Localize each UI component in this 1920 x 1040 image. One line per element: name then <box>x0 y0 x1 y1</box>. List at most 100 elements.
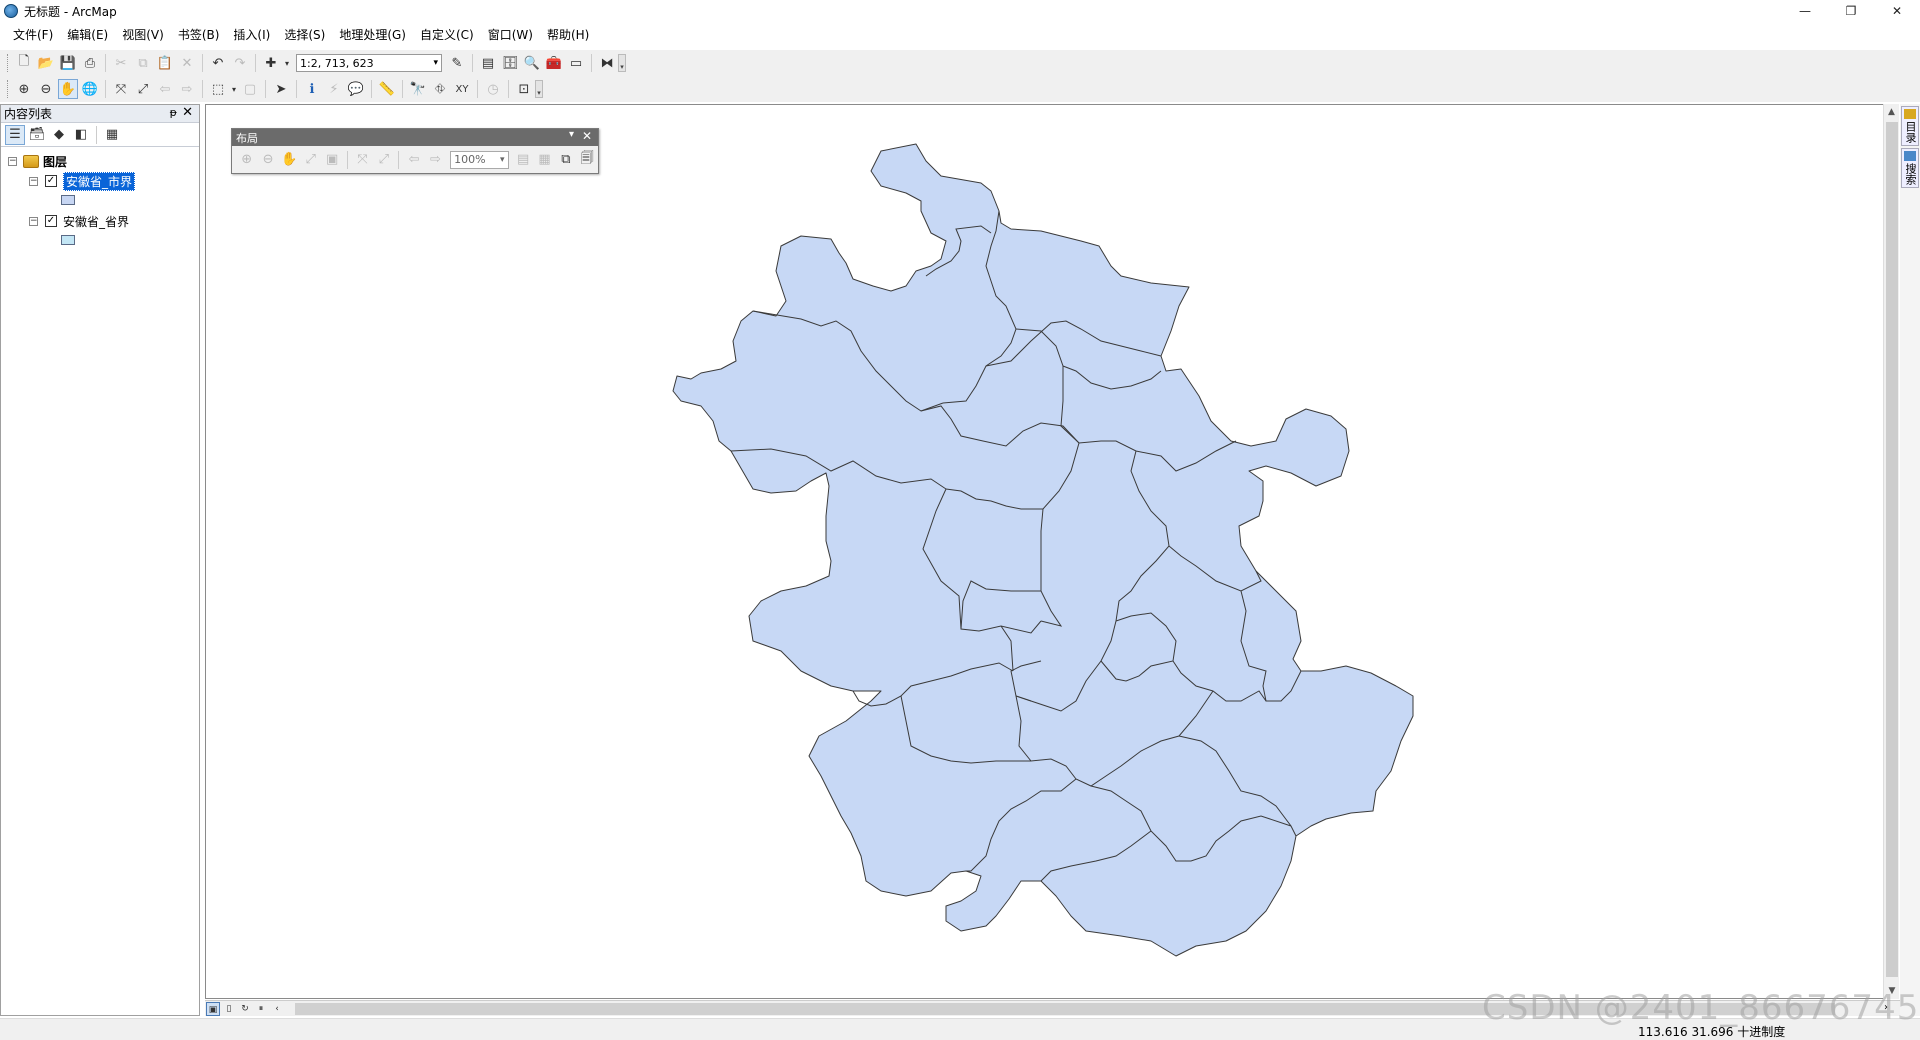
redo-icon[interactable]: ↷ <box>230 53 250 73</box>
list-by-source-icon[interactable]: 🗃 <box>27 125 47 145</box>
vertical-scroll-thumb[interactable] <box>1886 122 1898 977</box>
full-extent-globe-icon[interactable]: 🌐 <box>80 79 100 99</box>
minimize-button[interactable]: — <box>1782 0 1828 22</box>
measure-icon[interactable]: 📏 <box>377 79 397 99</box>
delete-icon[interactable]: ✕ <box>177 53 197 73</box>
menu-windows[interactable]: 窗口(W) <box>481 25 540 45</box>
save-icon[interactable]: 💾 <box>58 53 78 73</box>
close-icon[interactable]: ✕ <box>182 105 193 120</box>
collapse-icon[interactable]: − <box>8 156 17 166</box>
fixed-zoom-out-icon[interactable]: ⤢ <box>133 79 153 99</box>
menu-customize[interactable]: 自定义(C) <box>413 25 481 45</box>
list-by-drawing-order-icon[interactable]: ☰ <box>5 124 25 145</box>
search-dock-tab[interactable]: 搜索 <box>1901 148 1919 188</box>
toolbar-grip[interactable] <box>7 54 10 72</box>
layout-zoom-combobox[interactable]: 100% ▾ <box>450 150 509 169</box>
collapse-icon[interactable]: − <box>29 216 38 226</box>
toc-options-icon[interactable]: ▦ <box>102 125 122 145</box>
hyperlink-icon[interactable]: ⚡ <box>324 79 344 99</box>
map-canvas[interactable] <box>206 105 1891 1000</box>
chevron-down-icon[interactable]: ▾ <box>433 58 438 68</box>
paste-icon[interactable]: 📋 <box>155 53 175 73</box>
scroll-left-icon[interactable]: ‹ <box>270 1002 284 1016</box>
menu-bookmarks[interactable]: 书签(B) <box>171 25 227 45</box>
layer-name-province[interactable]: 安徽省_省界 <box>63 213 129 230</box>
python-window-icon[interactable]: ▭ <box>566 53 586 73</box>
identify-icon[interactable]: ℹ <box>302 79 322 99</box>
select-features-icon[interactable]: ⬚ <box>208 79 228 99</box>
close-icon[interactable]: ✕ <box>582 129 592 143</box>
toggle-draft-mode-icon[interactable]: ▤ <box>514 150 533 170</box>
forward-extent-icon[interactable]: ⇨ <box>177 79 197 99</box>
menu-edit[interactable]: 编辑(E) <box>60 25 115 45</box>
province-layer-symbol-swatch[interactable] <box>61 235 75 245</box>
refresh-icon[interactable]: ↻ <box>238 1002 252 1016</box>
clear-selection-icon[interactable]: ▢ <box>240 79 260 99</box>
back-extent-icon[interactable]: ⇦ <box>155 79 175 99</box>
data-driven-pages-icon[interactable]: 🗐 <box>578 150 597 170</box>
arctoolbox-icon[interactable]: 🧰 <box>544 53 564 73</box>
pause-drawing-icon[interactable]: ⏸ <box>254 1002 268 1016</box>
html-popup-icon[interactable]: 💬 <box>346 79 366 99</box>
go-forward-extent-icon[interactable]: ⇨ <box>426 150 445 170</box>
layer-row-city[interactable]: − ✓ 安徽省_市界 <box>29 171 136 191</box>
catalog-dock-tab[interactable]: 目录 <box>1901 106 1919 146</box>
scroll-up-icon[interactable]: ▲ <box>1884 104 1899 120</box>
find-route-icon[interactable]: ⛗ <box>430 79 450 99</box>
zoom-out-icon[interactable]: ⊖ <box>36 79 56 99</box>
cut-icon[interactable]: ✂ <box>111 53 131 73</box>
go-back-extent-icon[interactable]: ⇦ <box>404 150 423 170</box>
list-by-visibility-icon[interactable]: ◆ <box>49 125 69 145</box>
layout-view-icon[interactable]: ▯ <box>222 1002 236 1016</box>
collapse-icon[interactable]: − <box>29 176 38 186</box>
layer-name-city[interactable]: 安徽省_市界 <box>63 171 136 191</box>
layers-group-row[interactable]: − 图层 <box>8 153 67 169</box>
search-window-icon[interactable]: 🔍 <box>522 53 542 73</box>
time-slider-icon[interactable]: ◷ <box>483 79 503 99</box>
toolbar-options-icon[interactable]: ▾ <box>535 80 543 98</box>
menu-geoprocessing[interactable]: 地理处理(G) <box>332 25 413 45</box>
open-folder-icon[interactable]: 📂 <box>36 53 56 73</box>
pan-hand-icon[interactable]: ✋ <box>58 79 78 99</box>
create-viewer-window-icon[interactable]: ⊡ <box>514 79 534 99</box>
zoom-in-icon[interactable]: ⊕ <box>14 79 34 99</box>
focus-data-frame-icon[interactable]: ▦ <box>535 150 554 170</box>
layer-visibility-checkbox[interactable]: ✓ <box>45 175 57 187</box>
print-icon[interactable]: ⎙ <box>80 53 100 73</box>
data-view-icon[interactable]: ▣ <box>206 1001 220 1016</box>
editor-toolbar-icon[interactable]: ✎ <box>447 53 467 73</box>
menu-help[interactable]: 帮助(H) <box>540 25 596 45</box>
copy-icon[interactable]: ⧉ <box>133 53 153 73</box>
fixed-zoom-in-icon[interactable]: ⤧ <box>353 150 372 170</box>
layout-zoom-in-icon[interactable]: ⊕ <box>237 150 256 170</box>
chevron-down-icon[interactable]: ▾ <box>500 155 505 165</box>
add-data-icon[interactable]: ✚ <box>261 53 281 73</box>
menu-selection[interactable]: 选择(S) <box>277 25 332 45</box>
find-binoculars-icon[interactable]: 🔭 <box>408 79 428 99</box>
toolbar-grip[interactable] <box>7 80 10 98</box>
city-layer-symbol-swatch[interactable] <box>61 195 75 205</box>
zoom-to-100-icon[interactable]: ▣ <box>322 150 341 170</box>
layout-zoom-out-icon[interactable]: ⊖ <box>258 150 277 170</box>
fixed-zoom-in-icon[interactable]: ⤧ <box>111 79 131 99</box>
menu-file[interactable]: 文件(F) <box>6 25 60 45</box>
map-vertical-scrollbar[interactable]: ▲ ▼ <box>1883 104 1899 999</box>
table-of-contents-icon[interactable]: ▤ <box>478 53 498 73</box>
go-to-xy-icon[interactable]: XY <box>452 79 472 99</box>
list-by-selection-icon[interactable]: ◧ <box>71 125 91 145</box>
map-display[interactable] <box>205 104 1890 999</box>
fixed-zoom-out-icon[interactable]: ⤢ <box>374 150 393 170</box>
pin-icon[interactable]: ᵽ <box>170 106 177 119</box>
new-document-icon[interactable]: 🗋 <box>14 53 34 73</box>
chevron-down-icon[interactable]: ▾ <box>569 129 574 140</box>
modelbuilder-icon[interactable]: ⧓ <box>597 53 617 73</box>
select-dropdown-icon[interactable]: ▾ <box>230 79 238 99</box>
toolbar-options-icon[interactable]: ▾ <box>618 54 626 72</box>
close-window-button[interactable]: ✕ <box>1874 0 1920 22</box>
menu-view[interactable]: 视图(V) <box>115 25 171 45</box>
change-layout-icon[interactable]: ⧉ <box>556 150 575 170</box>
select-elements-arrow-icon[interactable]: ➤ <box>271 79 291 99</box>
catalog-window-icon[interactable]: 🗄 <box>500 53 520 73</box>
layout-pan-icon[interactable]: ✋ <box>280 150 299 170</box>
layer-visibility-checkbox[interactable]: ✓ <box>45 215 57 227</box>
